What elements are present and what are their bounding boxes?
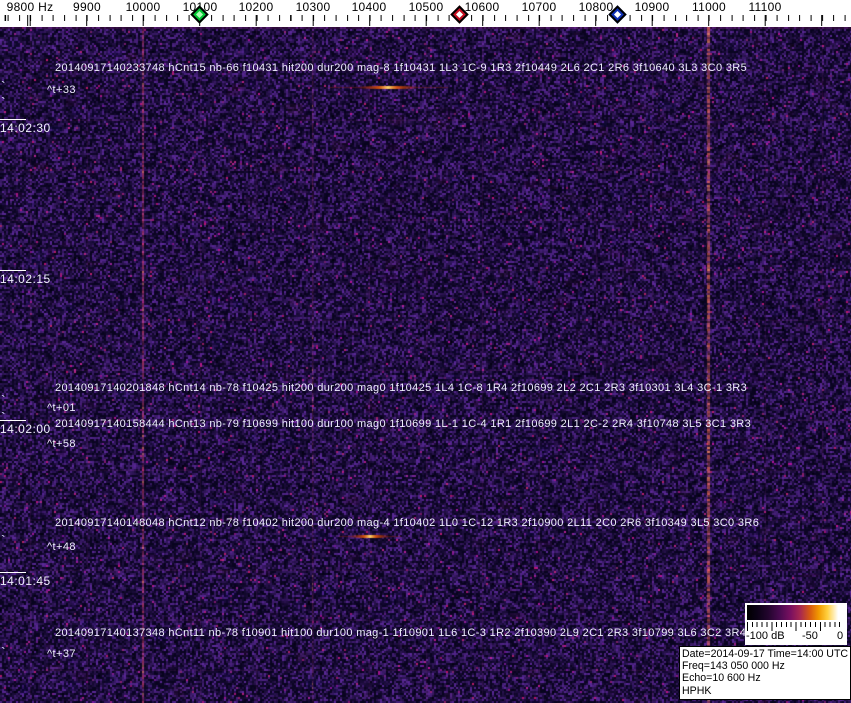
freq-tick-label: 10800 [578, 0, 614, 14]
freq-tick-label: 10900 [634, 0, 670, 14]
freq-tick-label: 10000 [125, 0, 161, 14]
event-hash-mark: ` [1, 78, 6, 94]
time-axis-label: 14:02:30 [0, 119, 51, 135]
time-tick-line [0, 119, 26, 120]
time-label-text: 14:02:30 [0, 121, 51, 135]
freq-tick-label: 11100 [748, 0, 782, 14]
event-hash-mark: ` [1, 392, 6, 408]
db-legend-label: -50 [802, 630, 818, 642]
event-hash-mark: ` [1, 94, 6, 110]
detection-time-tag: ^t+48 [47, 541, 76, 553]
freq-tick-label: 10200 [238, 0, 274, 14]
db-scale-legend: -100 dB -50 0 [745, 603, 847, 645]
freq-tick-label: 9800 Hz [6, 0, 54, 14]
time-label-text: 14:02:15 [0, 272, 51, 286]
time-label-text: 14:02:00 [0, 422, 51, 436]
detection-log-line: 20140917140158444 hCnt13 nb-79 f10699 hi… [55, 418, 752, 430]
info-box-line: Date=2014-09-17 Time=14:00 UTC [682, 648, 849, 660]
detection-log-line: 20140917140137348 hCnt11 nb-78 f10901 hi… [55, 627, 747, 639]
info-box-line: Freq=143 050 000 Hz [682, 660, 785, 673]
event-hash-mark: ` [1, 409, 6, 425]
detection-time-tag: ^t+01 [47, 402, 76, 414]
event-hash-mark: ` [1, 532, 6, 548]
db-gradient-bar [747, 605, 844, 620]
detection-time-tag: ^t+33 [47, 84, 76, 96]
time-axis-label: 14:02:15 [0, 270, 51, 286]
detection-time-tag: ^t+37 [47, 648, 76, 660]
station-info-box: Date=2014-09-17 Time=14:00 UTC Freq=143 0… [679, 646, 851, 700]
detection-time-tag: ^t+58 [47, 438, 76, 450]
freq-tick-label: 9900 [73, 0, 101, 14]
time-tick-line [0, 572, 26, 573]
freq-tick-label: 11000 [692, 0, 726, 14]
freq-ruler-major-ticks [0, 15, 851, 26]
db-legend-label: -100 dB [746, 630, 785, 642]
info-box-line: HPHK [682, 684, 712, 697]
freq-tick-label: 10500 [408, 0, 444, 14]
time-tick-line [0, 270, 26, 271]
db-legend-label: 0 [837, 630, 844, 642]
freq-tick-label: 10400 [351, 0, 387, 14]
freq-tick-label: 10600 [464, 0, 500, 14]
spectrogram-overlay: 20140917140233748 hCnt15 nb-66 f10431 hi… [0, 0, 851, 703]
info-box-line: Echo=10 600 Hz [682, 672, 761, 685]
time-axis-label: 14:01:45 [0, 572, 51, 588]
detection-log-line: 20140917140148048 hCnt12 nb-78 f10402 hi… [55, 517, 760, 529]
detection-log-line: 20140917140201848 hCnt14 nb-78 f10425 hi… [55, 382, 748, 394]
freq-tick-label: 10700 [521, 0, 557, 14]
detection-log-line: 20140917140233748 hCnt15 nb-66 f10431 hi… [55, 62, 748, 74]
freq-tick-label: 10300 [295, 0, 331, 14]
time-axis-label: 14:02:00 [0, 420, 51, 436]
spectrogram-app: 9800 Hz990010000101001020010300104001050… [0, 0, 851, 703]
event-hash-mark: ` [1, 644, 6, 660]
time-label-text: 14:01:45 [0, 574, 51, 588]
frequency-ruler: 9800 Hz990010000101001020010300104001050… [0, 0, 851, 27]
